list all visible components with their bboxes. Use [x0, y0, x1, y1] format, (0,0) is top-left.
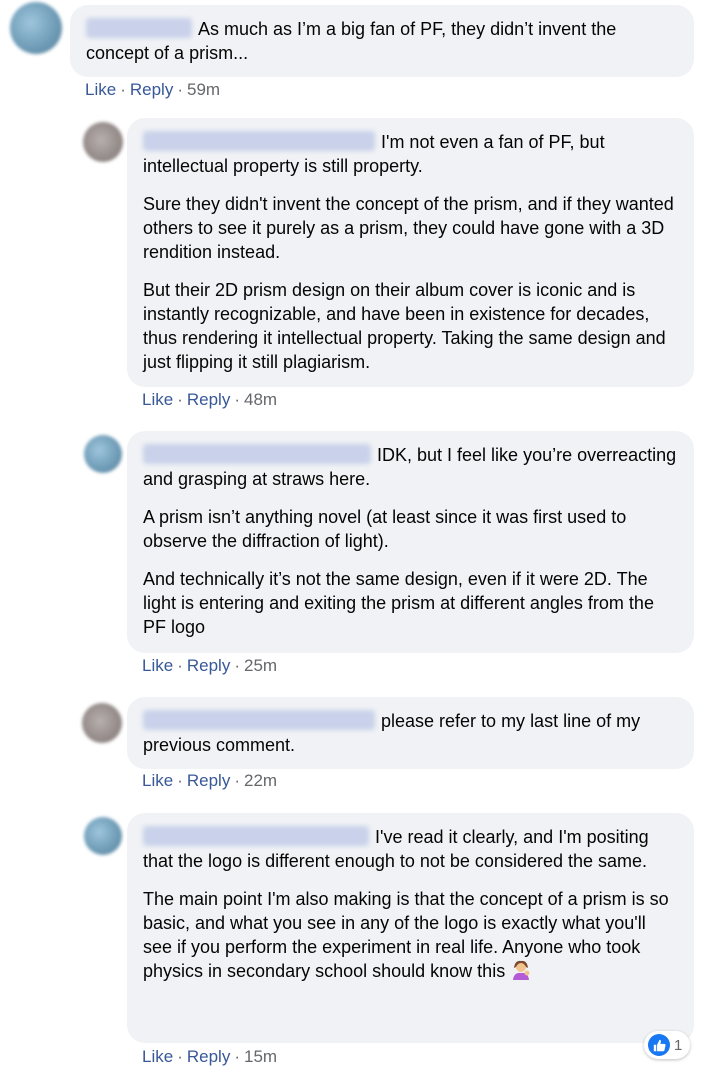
comment-bubble: As much as I’m a big fan of PF, they did… [70, 5, 694, 77]
author-name[interactable] [143, 444, 371, 464]
reply-button[interactable]: Reply [187, 1047, 230, 1066]
author-name[interactable] [143, 826, 369, 846]
woman-tipping-hand-emoji [510, 959, 532, 981]
like-reaction-icon [648, 1034, 670, 1056]
comment-timestamp[interactable]: 22m [244, 771, 277, 790]
comment-timestamp[interactable]: 25m [244, 656, 277, 675]
reply-button[interactable]: Reply [130, 80, 173, 99]
comment-bubble: please refer to my last line of my previ… [127, 697, 694, 769]
like-button[interactable]: Like [142, 1047, 173, 1066]
avatar[interactable] [84, 817, 122, 855]
comment-actions: Like · Reply · 59m [85, 80, 221, 99]
comment-actions: Like · Reply · 15m [142, 1047, 278, 1066]
comment-text: please refer to my last line of my previ… [143, 710, 641, 755]
comment-timestamp[interactable]: 48m [244, 390, 277, 409]
comment-text: As much as I’m a big fan of PF, they did… [86, 18, 617, 63]
reply-button[interactable]: Reply [187, 771, 230, 790]
reply-button[interactable]: Reply [187, 390, 230, 409]
comment-text: But their 2D prism design on their album… [143, 280, 666, 372]
avatar[interactable] [82, 703, 122, 743]
comment-actions: Like · Reply · 25m [142, 656, 278, 675]
comment-text: Sure they didn't invent the concept of t… [143, 194, 674, 262]
comment-timestamp[interactable]: 15m [244, 1047, 277, 1066]
comment-text: And technically it’s not the same design… [143, 569, 654, 637]
reply-button[interactable]: Reply [187, 656, 230, 675]
author-name[interactable] [143, 131, 375, 151]
reaction-count: 1 [674, 1036, 683, 1054]
like-button[interactable]: Like [142, 656, 173, 675]
comment-text: I've read it clearly, and I'm positing t… [143, 826, 649, 871]
avatar[interactable] [10, 2, 62, 54]
comment-bubble: I'm not even a fan of PF, but intellectu… [127, 118, 694, 387]
like-button[interactable]: Like [142, 771, 173, 790]
comment-bubble: IDK, but I feel like you’re overreacting… [127, 431, 694, 653]
comment-text: I'm not even a fan of PF, but intellectu… [143, 131, 605, 176]
comment-text: A prism isn’t anything novel (at least s… [143, 507, 627, 551]
avatar[interactable] [83, 122, 123, 162]
author-name[interactable] [86, 18, 192, 38]
like-button[interactable]: Like [85, 80, 116, 99]
like-button[interactable]: Like [142, 390, 173, 409]
comment-bubble: I've read it clearly, and I'm positing t… [127, 813, 694, 1043]
comment-text: The main point I'm also making is that t… [143, 889, 669, 981]
reaction-summary[interactable]: 1 [644, 1031, 691, 1059]
comment-actions: Like · Reply · 22m [142, 771, 278, 790]
comment-actions: Like · Reply · 48m [142, 390, 278, 409]
comment-text: IDK, but I feel like you’re overreacting… [143, 444, 677, 489]
author-name[interactable] [143, 710, 375, 730]
comment-timestamp[interactable]: 59m [187, 80, 220, 99]
avatar[interactable] [84, 435, 122, 473]
